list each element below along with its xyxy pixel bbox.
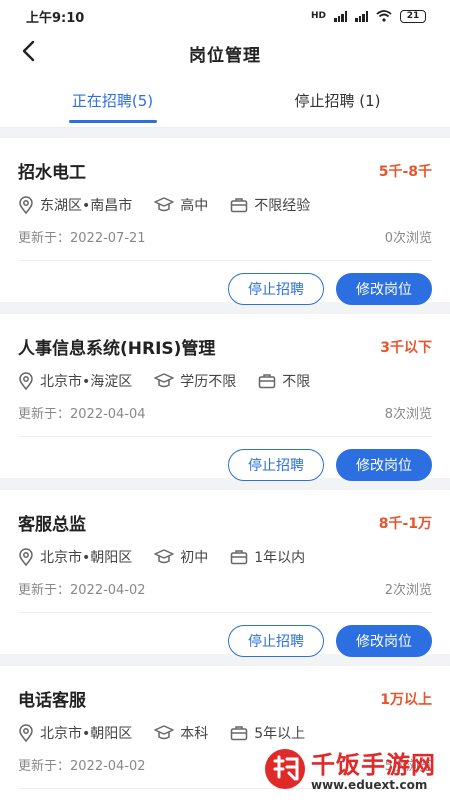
job-education: 高中	[154, 195, 208, 215]
job-title: 招水电工	[18, 163, 86, 183]
location-pin-icon	[19, 548, 33, 566]
job-views: 0次浏览	[384, 231, 432, 246]
job-salary: 3千以下	[380, 339, 432, 356]
watermark-url: www.eduext.com	[311, 778, 428, 792]
edit-job-button[interactable]: 修改岗位	[336, 273, 432, 305]
watermark-logo-icon	[265, 748, 305, 789]
job-education-text: 学历不限	[180, 374, 237, 390]
job-updated: 更新于：2022-04-02	[18, 759, 146, 774]
job-experience-text: 不限经验	[254, 198, 311, 214]
network-type-label: HD	[310, 11, 326, 21]
job-location-text: 北京市•朝阳区	[40, 550, 133, 566]
job-salary: 1万以上	[380, 691, 432, 708]
briefcase-icon	[259, 374, 276, 389]
job-education-text: 初中	[180, 550, 209, 566]
edit-job-button[interactable]: 修改岗位	[336, 449, 432, 481]
page-title: 岗位管理	[189, 45, 261, 66]
job-updated: 更新于：2022-04-04	[18, 407, 146, 422]
job-education: 本科	[154, 723, 208, 743]
job-location: 北京市•朝阳区	[18, 723, 132, 743]
job-location: 北京市•海淀区	[18, 371, 132, 391]
job-updated: 更新于：2022-07-21	[18, 231, 146, 246]
tab-recruiting[interactable]: 正在招聘(5)	[0, 74, 225, 127]
graduation-cap-icon	[154, 549, 175, 564]
tab-recruiting-label: 正在招聘(5)	[71, 92, 154, 110]
tab-stopped[interactable]: 停止招聘 (1)	[225, 74, 450, 127]
status-bar: 上午9:10 HD 21	[0, 0, 450, 32]
job-experience-text: 不限	[282, 374, 311, 390]
edit-job-button[interactable]: 修改岗位	[336, 625, 432, 657]
job-experience-text: 5年以上	[254, 726, 306, 742]
briefcase-icon	[231, 198, 248, 213]
job-card: 客服总监 8千-1万 北京市•朝阳区 初中 1年以内 更新于：2022-04-0…	[0, 490, 450, 657]
job-location-text: 北京市•朝阳区	[40, 726, 133, 742]
location-pin-icon	[19, 196, 33, 214]
back-button[interactable]	[14, 37, 42, 65]
battery-icon: 21	[400, 9, 426, 23]
job-salary: 8千-1万	[378, 515, 432, 532]
tab-bar: 正在招聘(5) 停止招聘 (1)	[0, 74, 450, 128]
job-experience-text: 1年以内	[254, 550, 306, 566]
tab-active-indicator	[68, 120, 157, 123]
watermark-name: 千饭手游网	[311, 751, 436, 779]
location-pin-icon	[19, 372, 33, 390]
job-card: 人事信息系统(HRIS)管理 3千以下 北京市•海淀区 学历不限 不限 更新于：…	[0, 314, 450, 481]
briefcase-icon	[231, 550, 248, 565]
tab-stopped-label: 停止招聘 (1)	[294, 92, 381, 110]
job-experience: 不限	[258, 371, 310, 391]
job-location-text: 东湖区•南昌市	[40, 198, 133, 214]
stop-recruiting-button[interactable]: 停止招聘	[228, 449, 324, 481]
job-title: 客服总监	[18, 515, 86, 535]
location-pin-icon	[19, 724, 33, 742]
job-education: 学历不限	[154, 371, 236, 391]
job-title: 人事信息系统(HRIS)管理	[18, 339, 216, 359]
graduation-cap-icon	[154, 373, 175, 388]
watermark: 千饭手游网 www.eduext.com	[263, 745, 436, 792]
back-arrow-icon	[22, 40, 35, 62]
job-education: 初中	[154, 547, 208, 567]
graduation-cap-icon	[154, 725, 175, 740]
job-location-text: 北京市•海淀区	[40, 374, 133, 390]
job-experience: 不限经验	[230, 195, 310, 215]
job-education-text: 本科	[180, 726, 209, 742]
status-time: 上午9:10	[26, 10, 85, 26]
status-icons: HD 21	[310, 9, 426, 23]
job-education-text: 高中	[180, 198, 209, 214]
stop-recruiting-button[interactable]: 停止招聘	[228, 625, 324, 657]
graduation-cap-icon	[154, 197, 175, 212]
job-updated: 更新于：2022-04-02	[18, 583, 146, 598]
nav-bar: 岗位管理	[0, 32, 450, 74]
job-card: 招水电工 5千-8千 东湖区•南昌市 高中 不限经验 更新于：2022-07-2…	[0, 138, 450, 305]
wifi-icon	[376, 10, 392, 22]
briefcase-icon	[231, 726, 248, 741]
job-list: 招水电工 5千-8千 东湖区•南昌市 高中 不限经验 更新于：2022-07-2…	[0, 128, 450, 800]
job-views: 8次浏览	[384, 407, 432, 422]
job-title: 电话客服	[18, 691, 86, 711]
job-experience: 1年以内	[230, 547, 305, 567]
job-views: 2次浏览	[384, 583, 432, 598]
job-location: 东湖区•南昌市	[18, 195, 132, 215]
job-salary: 5千-8千	[378, 163, 432, 180]
signal-2-icon	[355, 10, 368, 22]
job-location: 北京市•朝阳区	[18, 547, 132, 567]
stop-recruiting-button[interactable]: 停止招聘	[228, 273, 324, 305]
job-experience: 5年以上	[230, 723, 305, 743]
signal-icon	[334, 10, 347, 22]
